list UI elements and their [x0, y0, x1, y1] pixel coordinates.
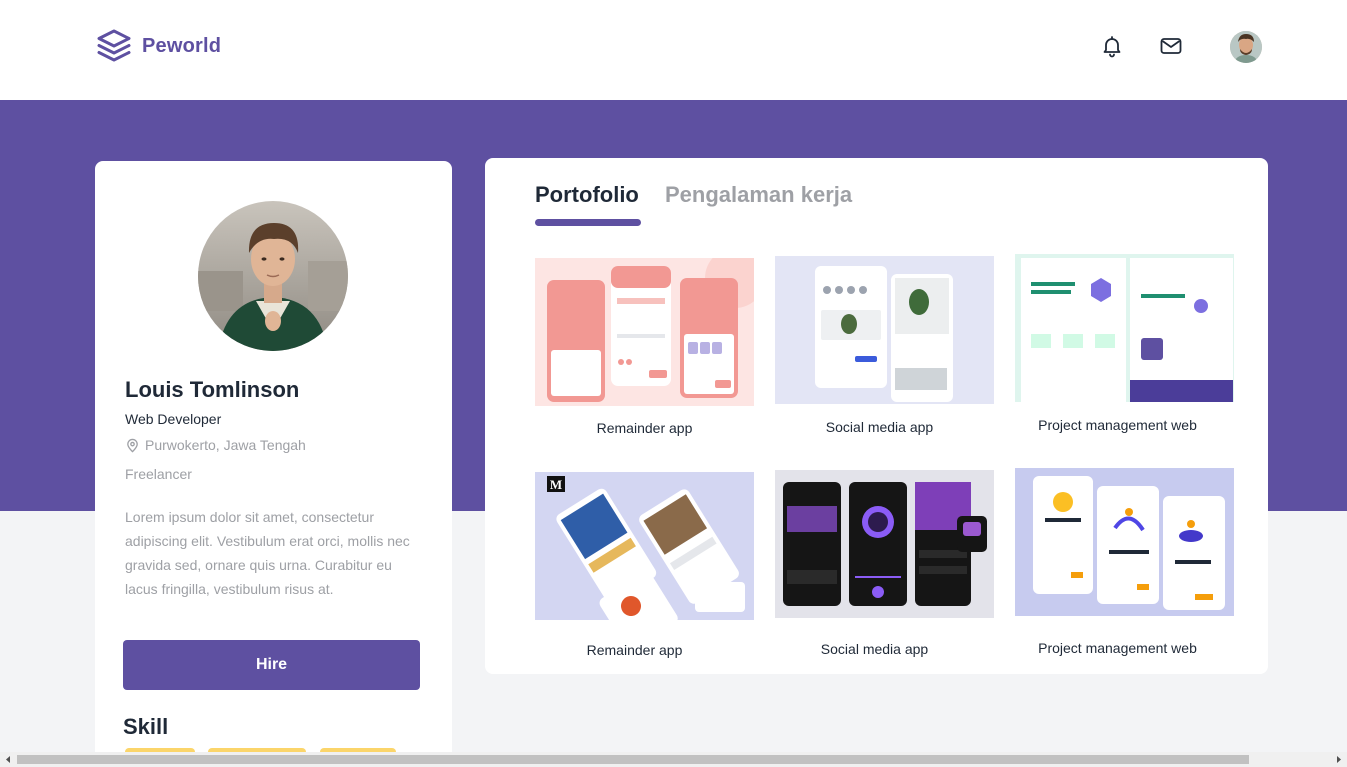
- profile-status: Freelancer: [125, 466, 192, 482]
- scroll-right-arrow-icon[interactable]: [1334, 755, 1343, 764]
- scroll-left-arrow-icon[interactable]: [4, 755, 13, 764]
- portfolio-caption: Remainder app: [596, 420, 693, 436]
- mail-icon[interactable]: [1159, 34, 1183, 58]
- portfolio-caption: Remainder app: [586, 642, 683, 658]
- svg-text:M: M: [550, 477, 562, 492]
- brand-logo[interactable]: Peworld: [96, 28, 221, 64]
- profile-card: Louis Tomlinson Web Developer Purwokerto…: [95, 161, 452, 761]
- portfolio-thumbnail-project-management-web[interactable]: [1015, 254, 1234, 402]
- profile-role: Web Developer: [125, 411, 222, 427]
- portfolio-thumbnail-social-media-app[interactable]: [775, 256, 994, 404]
- user-avatar[interactable]: [1230, 31, 1262, 63]
- profile-name: Louis Tomlinson: [125, 377, 300, 402]
- portfolio-thumbnail-remainder-app[interactable]: M: [535, 472, 754, 620]
- tab-portfolio[interactable]: Portofolio: [535, 182, 639, 208]
- location-pin-icon: [127, 438, 138, 452]
- portfolio-caption: Project management web: [1038, 417, 1197, 433]
- profile-location-text: Purwokerto, Jawa Tengah: [145, 437, 306, 453]
- scrollbar-thumb[interactable]: [17, 755, 1249, 764]
- portfolio-thumbnail-project-management-web[interactable]: [1015, 468, 1234, 616]
- portfolio-thumbnail-remainder-app[interactable]: [535, 258, 754, 406]
- portfolio-thumbnail-social-media-app[interactable]: [775, 470, 994, 618]
- layers-logo-icon: [97, 29, 131, 62]
- portfolio-card: Portofolio Pengalaman kerja Remainder ap…: [485, 158, 1268, 674]
- portfolio-caption: Social media app: [820, 641, 929, 657]
- bell-icon[interactable]: [1100, 34, 1124, 58]
- active-tab-indicator: [535, 219, 641, 226]
- brand-name: Peworld: [142, 34, 222, 57]
- portfolio-caption: Project management web: [1038, 640, 1197, 656]
- horizontal-scrollbar[interactable]: [0, 752, 1347, 767]
- portfolio-caption: Social media app: [825, 419, 934, 435]
- top-navbar: Peworld: [0, 0, 1347, 100]
- hire-button[interactable]: Hire: [123, 640, 420, 690]
- profile-location: Purwokerto, Jawa Tengah: [125, 437, 306, 453]
- tab-work-experience[interactable]: Pengalaman kerja: [665, 182, 852, 208]
- profile-photo: [198, 201, 348, 351]
- skill-title: Skill: [123, 714, 169, 739]
- profile-bio: Lorem ipsum dolor sit amet, consectetur …: [125, 509, 410, 597]
